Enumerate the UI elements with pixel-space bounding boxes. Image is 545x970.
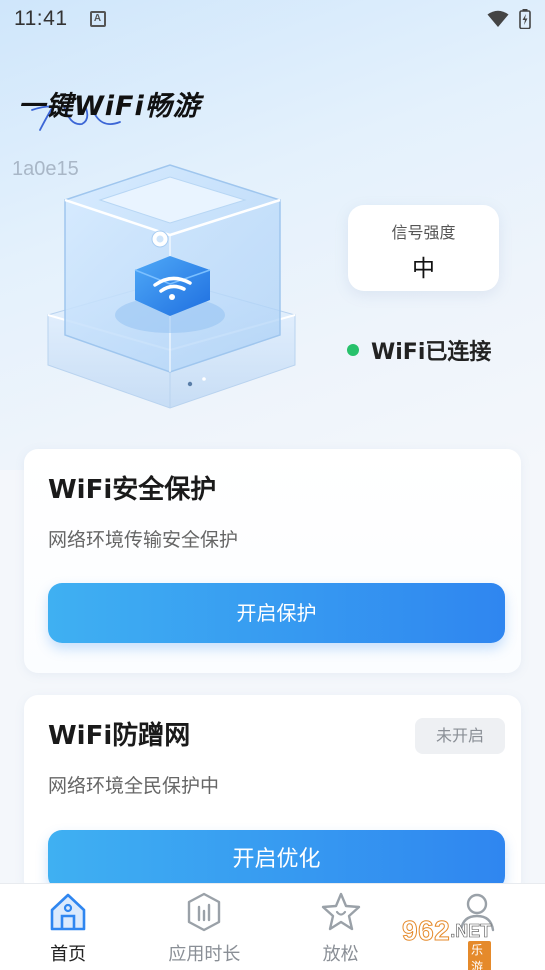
anti-leech-card: WiFi防蹭网 未开启 网络环境全民保护中 开启优化 xyxy=(24,695,521,895)
watermark-domain: .NET xyxy=(450,920,492,941)
connection-status-text: WiFi已连接 xyxy=(371,340,492,365)
nav-item-relax[interactable]: 放松 xyxy=(273,884,409,970)
enable-optimization-button[interactable]: 开启优化 xyxy=(48,830,505,890)
signal-strength-value: 中 xyxy=(412,256,435,282)
connection-status: WiFi已连接 xyxy=(347,334,491,366)
notification-a-icon: A xyxy=(89,11,106,27)
card-description: 网络环境全民保护中 xyxy=(48,775,220,797)
home-icon xyxy=(50,893,86,931)
card-description: 网络环境传输安全保护 xyxy=(48,529,239,551)
nav-label-home: 首页 xyxy=(50,944,87,965)
star-icon xyxy=(321,892,360,931)
stats-icon xyxy=(188,892,221,932)
app-title: 一键WiFi畅游 xyxy=(18,91,201,122)
connected-dot-icon xyxy=(347,344,359,356)
wifi-icon xyxy=(487,10,509,28)
wifi-security-card: WiFi安全保护 网络环境传输安全保护 开启保护 xyxy=(24,449,521,673)
status-bar: 11:41 A xyxy=(0,0,545,38)
signal-strength-label: 信号强度 xyxy=(391,223,456,242)
nav-label-relax: 放松 xyxy=(322,944,359,965)
card-title: WiFi防蹭网 xyxy=(48,721,191,751)
status-time: 11:41 xyxy=(14,7,68,30)
router-illustration xyxy=(47,164,296,409)
status-badge: 未开启 xyxy=(415,718,505,754)
nav-item-home[interactable]: 首页 xyxy=(0,884,136,970)
card-title: WiFi安全保护 xyxy=(48,475,217,505)
enable-protection-button[interactable]: 开启保护 xyxy=(48,583,505,643)
signal-strength-card: 信号强度 中 xyxy=(348,205,499,291)
battery-icon xyxy=(519,9,531,29)
nav-label-app-usage: 应用时长 xyxy=(168,944,241,965)
watermark-962-logo: 962 .NET 乐游网 xyxy=(401,915,492,970)
watermark-sub: 乐游网 xyxy=(468,941,492,970)
nav-item-app-usage[interactable]: 应用时长 xyxy=(136,884,272,970)
watermark-number: 962 xyxy=(401,915,451,947)
